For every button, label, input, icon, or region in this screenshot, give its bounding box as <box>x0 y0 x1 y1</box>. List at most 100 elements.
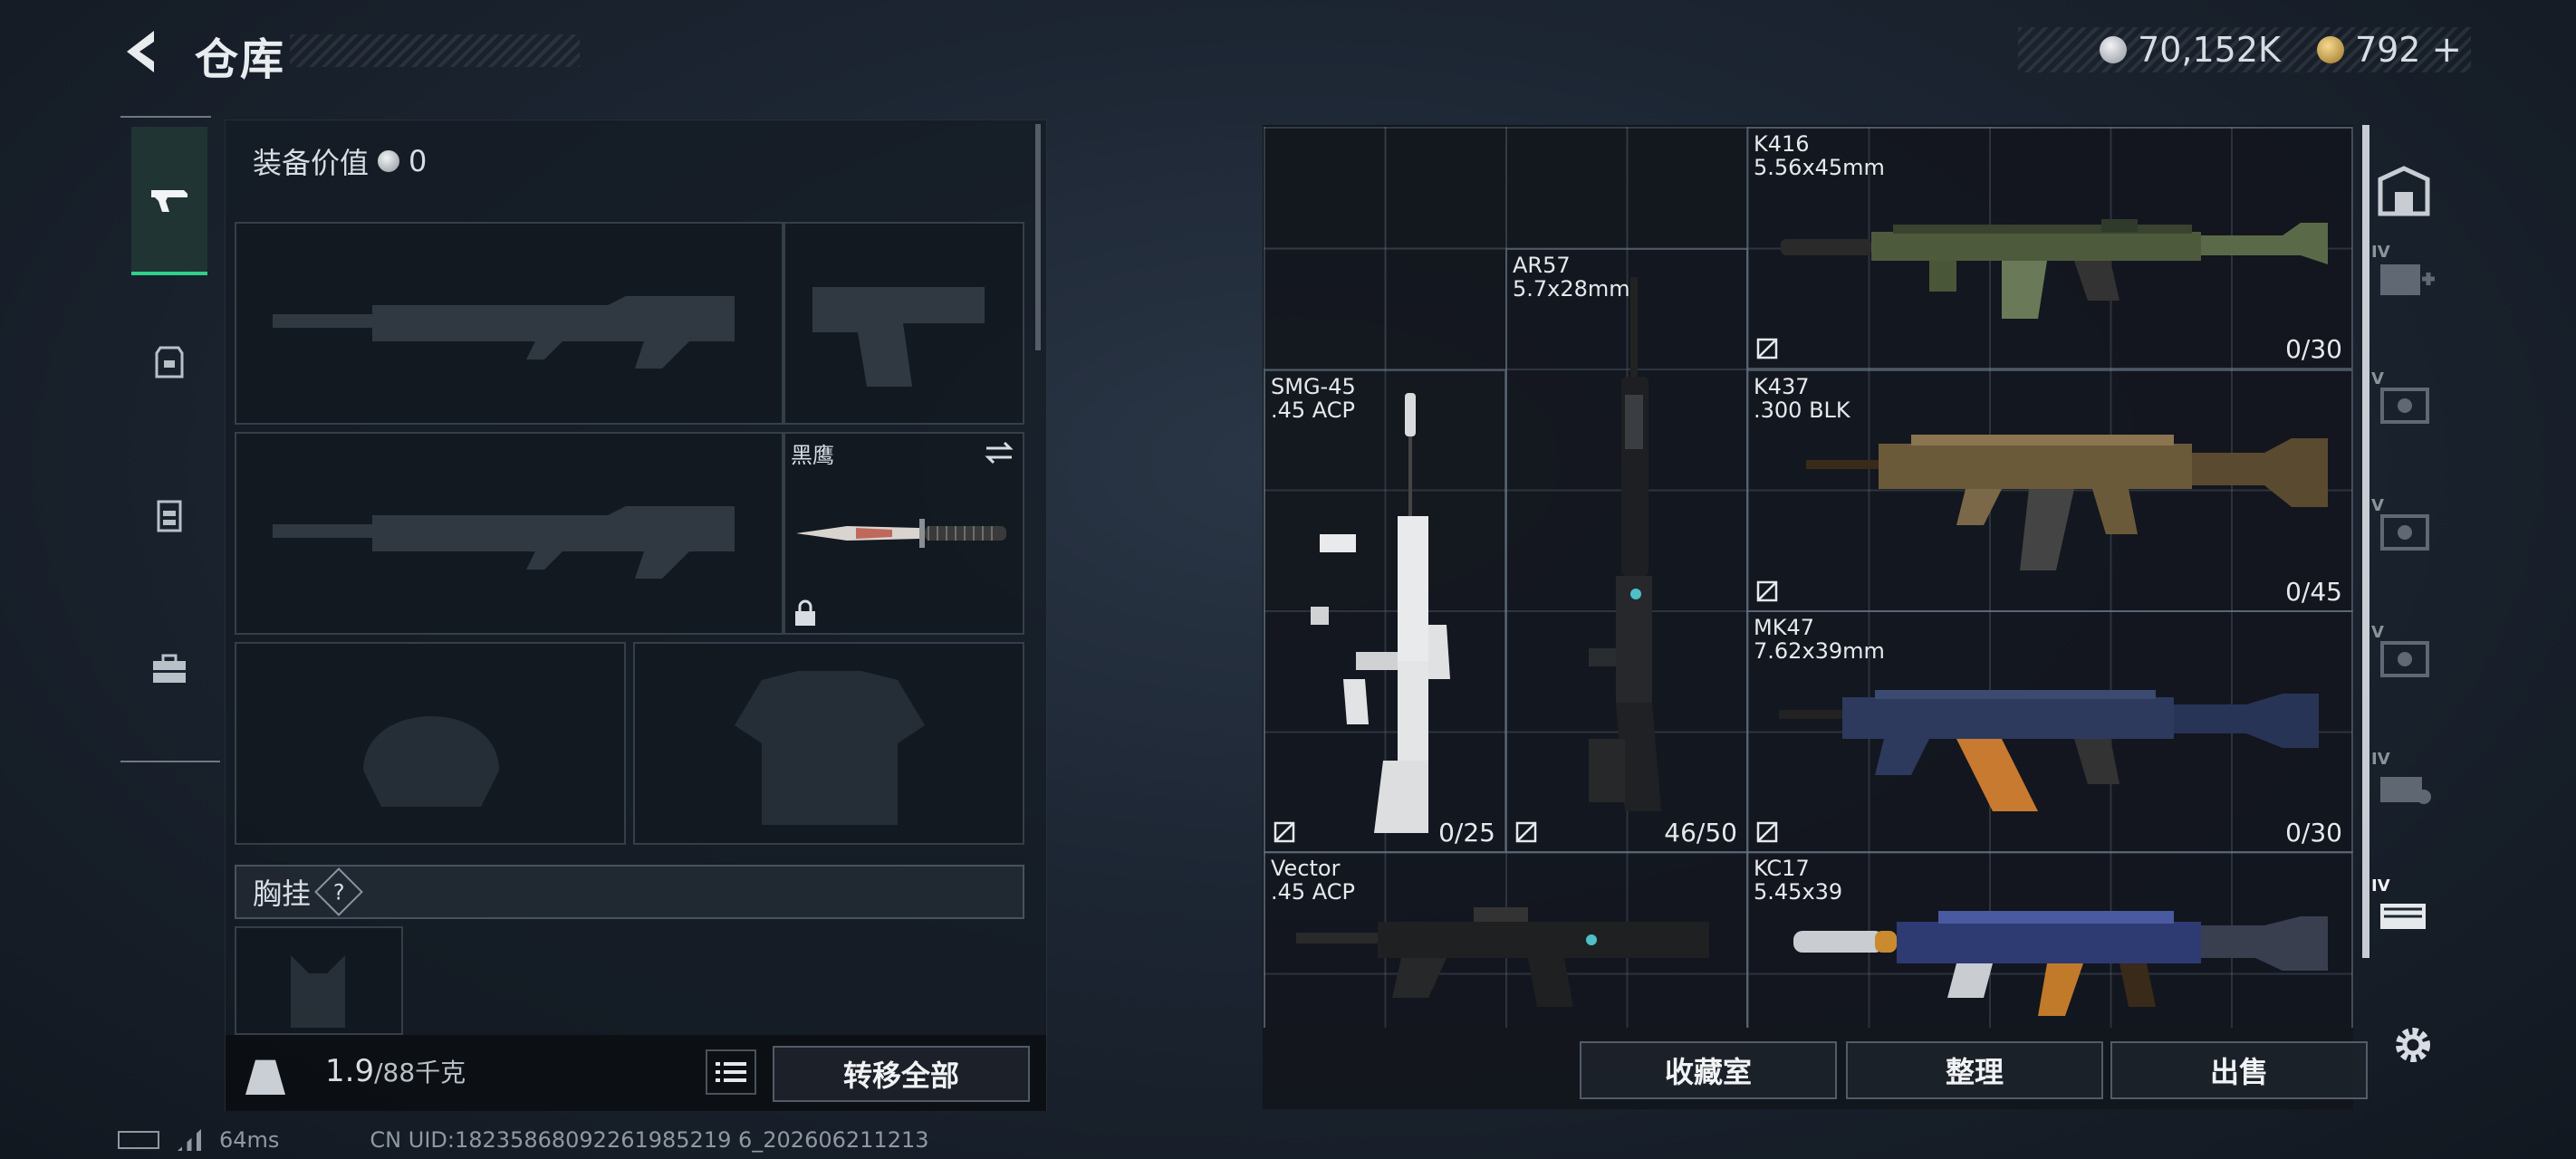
primary-weapon-slot[interactable] <box>235 222 783 425</box>
tier-label: V <box>2371 369 2384 388</box>
weight-icon <box>245 1059 285 1095</box>
ammo-count: 0/30 <box>2285 334 2342 364</box>
sidearm-slot[interactable] <box>783 222 1024 425</box>
vest-icon <box>157 500 182 532</box>
rifle-silhouette-icon <box>273 506 735 579</box>
weapon-image-vector <box>1296 907 1709 1007</box>
tier-label: V <box>2371 496 2384 515</box>
chevron-left-icon <box>127 31 154 72</box>
status-footer: 64ms CN UID:18235868092261985219 6_20260… <box>118 1127 929 1153</box>
help-button[interactable]: ? <box>314 867 363 916</box>
stash-scrollbar[interactable] <box>2362 125 2369 958</box>
stash-page-1[interactable] <box>2371 159 2437 225</box>
weapon-name: K416 <box>1754 131 1810 157</box>
coin-balance: 70,152K <box>2138 30 2281 70</box>
user-uid: CN UID:18235868092261985219 6_2026062112… <box>370 1127 929 1153</box>
gem-icon <box>2316 36 2344 63</box>
tier-label: V <box>2371 623 2384 642</box>
stash-page-7[interactable]: IV <box>2371 876 2437 942</box>
back-button[interactable] <box>118 25 170 78</box>
list-icon <box>716 1062 746 1082</box>
scrollbar[interactable] <box>1035 124 1041 350</box>
lock-icon <box>795 599 815 626</box>
tier-label: IV <box>2371 750 2390 769</box>
stash-box-icon <box>2378 166 2430 216</box>
equipment-value: 装备价值 0 <box>253 140 427 182</box>
battery-icon <box>118 1131 159 1149</box>
collection-room-button[interactable]: 收藏室 <box>1580 1041 1837 1099</box>
weapon-image-kc17 <box>1793 911 2328 1016</box>
ammo-count: 46/50 <box>1664 818 1737 848</box>
rig-silhouette-icon <box>291 955 345 1028</box>
stash-page-5[interactable]: V <box>2371 623 2437 688</box>
coin-icon <box>378 150 400 172</box>
category-tabs <box>120 116 220 768</box>
weapon-image-smg45 <box>1311 393 1450 833</box>
weapon-image-k416 <box>1781 219 2328 319</box>
tab-toolbox[interactable] <box>131 596 207 741</box>
help-glyph: ? <box>332 879 345 905</box>
weight-readout: 1.9/88千克 <box>325 1053 466 1089</box>
chest-rig-slot[interactable] <box>235 926 403 1035</box>
armor-slot[interactable] <box>633 642 1024 845</box>
melee-slot[interactable]: 黑鹰 <box>783 432 1024 635</box>
tier-label: IV <box>2371 876 2390 896</box>
no-durability-icon <box>1515 821 1537 843</box>
stash-page-4[interactable]: V <box>2371 496 2437 561</box>
weapon-name: K437 <box>1754 374 1810 399</box>
title-decoration <box>290 34 580 67</box>
weapon-card-k416[interactable]: K416 5.56x45mm 0/30 <box>1746 127 2353 369</box>
weapon-name: MK47 <box>1754 615 1814 640</box>
toolbox-icon <box>153 654 186 683</box>
sort-button[interactable]: 整理 <box>1846 1041 2103 1099</box>
no-durability-icon <box>1274 821 1295 843</box>
weapon-card-ar57[interactable]: AR57 5.7x28mm 46/50 <box>1505 248 1748 853</box>
tab-weapons[interactable] <box>131 127 207 275</box>
weapon-card-k437[interactable]: K437 .300 BLK 0/45 <box>1746 369 2353 612</box>
weapon-card-vector[interactable]: Vector .45 ACP <box>1264 851 1748 1028</box>
rifle-silhouette-icon <box>273 296 735 369</box>
list-view-button[interactable] <box>706 1049 756 1095</box>
helmet-slot[interactable] <box>235 642 626 845</box>
transfer-all-button[interactable]: 转移全部 <box>773 1046 1030 1102</box>
ping-readout: 64ms <box>219 1127 280 1153</box>
sell-button[interactable]: 出售 <box>2110 1041 2368 1099</box>
ammo-count: 0/30 <box>2285 818 2342 848</box>
page-title: 仓库 <box>195 34 286 85</box>
equipment-value-amount: 0 <box>409 144 428 178</box>
helmet-silhouette-icon <box>363 716 499 807</box>
weapon-name: AR57 <box>1513 253 1571 278</box>
tab-vest[interactable] <box>131 442 207 587</box>
weapon-name: Vector <box>1271 856 1341 881</box>
tier-label: IV <box>2371 243 2390 262</box>
chest-rig-header: 胸挂 ? <box>235 865 1024 919</box>
weight-max: /88千克 <box>374 1058 466 1087</box>
ammo-count: 0/45 <box>2285 577 2342 607</box>
weight-bar: 1.9/88千克 转移全部 <box>226 1035 1046 1111</box>
weapon-image-ar57 <box>1589 277 1661 811</box>
stash-page-3[interactable]: V <box>2371 369 2437 435</box>
tab-backpack[interactable] <box>131 288 207 433</box>
weight-current: 1.9 <box>325 1053 375 1089</box>
add-gems-button[interactable]: + <box>2431 29 2462 71</box>
swap-icon[interactable] <box>983 439 1015 466</box>
chest-rig-label: 胸挂 <box>253 876 312 911</box>
stash-page-6[interactable]: IV <box>2371 750 2437 815</box>
weapon-name: KC17 <box>1754 856 1810 881</box>
stash-page-2[interactable]: IV <box>2371 243 2437 308</box>
settings-gear-icon[interactable] <box>2389 1021 2437 1068</box>
secondary-weapon-slot[interactable] <box>235 432 783 635</box>
weapon-card-smg45[interactable]: SMG-45 .45 ACP 0/25 <box>1264 369 1506 853</box>
loadout-panel: 装备价值 0 黑鹰 胸挂 ? 1.9/88千克 转移全部 <box>225 120 1047 1111</box>
knife-name: 黑鹰 <box>791 443 834 468</box>
weapon-card-kc17[interactable]: KC17 5.45x39 <box>1746 851 2353 1028</box>
ammo-count: 0/25 <box>1438 818 1495 848</box>
armor-silhouette-icon <box>735 671 925 825</box>
pistol-silhouette-icon <box>812 287 985 387</box>
currency-bar: 70,152K 792 + <box>2018 27 2471 72</box>
coin-icon <box>2100 36 2128 63</box>
knife-image <box>796 519 1006 548</box>
equipment-value-label: 装备价值 <box>253 146 370 180</box>
weapon-card-mk47[interactable]: MK47 7.62x39mm 0/30 <box>1746 610 2353 853</box>
backpack-icon <box>155 346 184 378</box>
